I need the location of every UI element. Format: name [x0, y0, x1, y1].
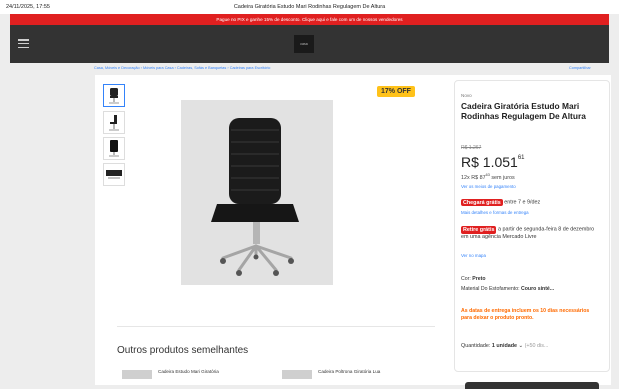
section-divider — [117, 326, 435, 327]
similar-product-name: Cadeira Estudo Mari Giratória — [158, 369, 219, 374]
material-value: Couro sinté... — [520, 286, 555, 292]
price-cents: 61 — [517, 155, 525, 161]
installments-cents: 63 — [485, 173, 490, 177]
thumbnail-chair-front[interactable] — [103, 84, 125, 107]
free-shipping-tag: Chegará grátis — [461, 199, 503, 206]
discount-badge: 17% OFF — [377, 86, 415, 97]
thumbnail-chair-base[interactable] — [103, 163, 125, 186]
current-price: R$ 1.05161 — [461, 154, 525, 170]
product-card: 17% OFF Outros produtos semelhantes Cade… — [95, 75, 611, 389]
breadcrumb[interactable]: Casa, Móveis e Decoração › Móveis para C… — [94, 66, 270, 70]
share-link[interactable]: Compartilhar — [569, 66, 591, 70]
buy-button[interactable] — [465, 382, 599, 389]
product-main-image[interactable] — [181, 100, 333, 285]
similar-product-image — [282, 370, 312, 379]
payment-methods-link[interactable]: Ver os meios de pagamento — [461, 184, 516, 189]
chevron-down-icon[interactable]: ⌄ — [519, 343, 524, 349]
quantity-selector[interactable]: Quantidade: 1 unidade ⌄ (+50 dis... — [461, 343, 548, 349]
similar-product-image — [122, 370, 152, 379]
material-label: Material Do Estofamento: — [461, 286, 520, 292]
free-pickup-tag: Retire grátis — [461, 226, 497, 234]
buy-box: Novo Cadeira Giratória Estudo Mari Rodin… — [454, 80, 610, 389]
shipping-details-link[interactable]: Mais detalhes e formas de entrega — [461, 210, 529, 215]
hamburger-menu-icon[interactable] — [18, 39, 29, 49]
condition-label: Novo — [461, 93, 472, 98]
product-title: Cadeira Giratória Estudo Mari Rodinhas R… — [461, 101, 586, 122]
similar-product-name: Cadeira Poltrona Giratória Lua — [318, 369, 381, 374]
similar-product-item[interactable]: Cadeira Poltrona Giratória Lua — [282, 368, 424, 382]
thumbnail-chair-back[interactable] — [103, 137, 125, 160]
material-attribute: Material Do Estofamento: Couro sinté... — [461, 286, 554, 292]
quantity-value[interactable]: 1 unidade — [492, 343, 517, 349]
quantity-label: Quantidade: — [461, 343, 491, 349]
color-label: Cor: — [461, 276, 471, 282]
shipping-text: entre 7 e 9/dez — [504, 199, 541, 206]
installments: 12x R$ 8763 sem juros — [461, 173, 515, 181]
store-logo[interactable]: casa — [294, 35, 314, 53]
installments-prefix: 12x R$ 87 — [461, 174, 486, 181]
similar-products-title: Outros produtos semelhantes — [117, 345, 249, 356]
quantity-available: (+50 dis... — [524, 343, 549, 349]
thumbnail-chair-side[interactable] — [103, 111, 125, 134]
map-link[interactable]: Ver no mapa — [461, 253, 486, 258]
price-main: R$ 1.051 — [461, 154, 518, 170]
print-page-title: Cadeira Giratória Estudo Mari Rodinhas R… — [233, 4, 386, 10]
delivery-notice: As datas de entrega incluem os 10 dias n… — [461, 308, 590, 321]
promo-banner[interactable]: Pague no PIX e ganhe 15% de desconto. Cl… — [10, 14, 609, 25]
site-header: casa — [10, 25, 609, 63]
shipping-info: Chegará grátis entre 7 e 9/dez — [461, 199, 540, 206]
color-attribute: Cor: Preto — [461, 276, 486, 282]
installments-suffix: sem juros — [491, 174, 515, 181]
old-price: R$ 1.267 — [461, 145, 482, 151]
color-value: Preto — [472, 276, 486, 282]
pickup-info: Retire grátis a partir de segunda-feira … — [461, 226, 603, 241]
print-header: 24/11/2025, 17:55 Cadeira Giratória Estu… — [0, 0, 619, 14]
similar-product-item[interactable]: Cadeira Estudo Mari Giratória — [122, 368, 264, 382]
